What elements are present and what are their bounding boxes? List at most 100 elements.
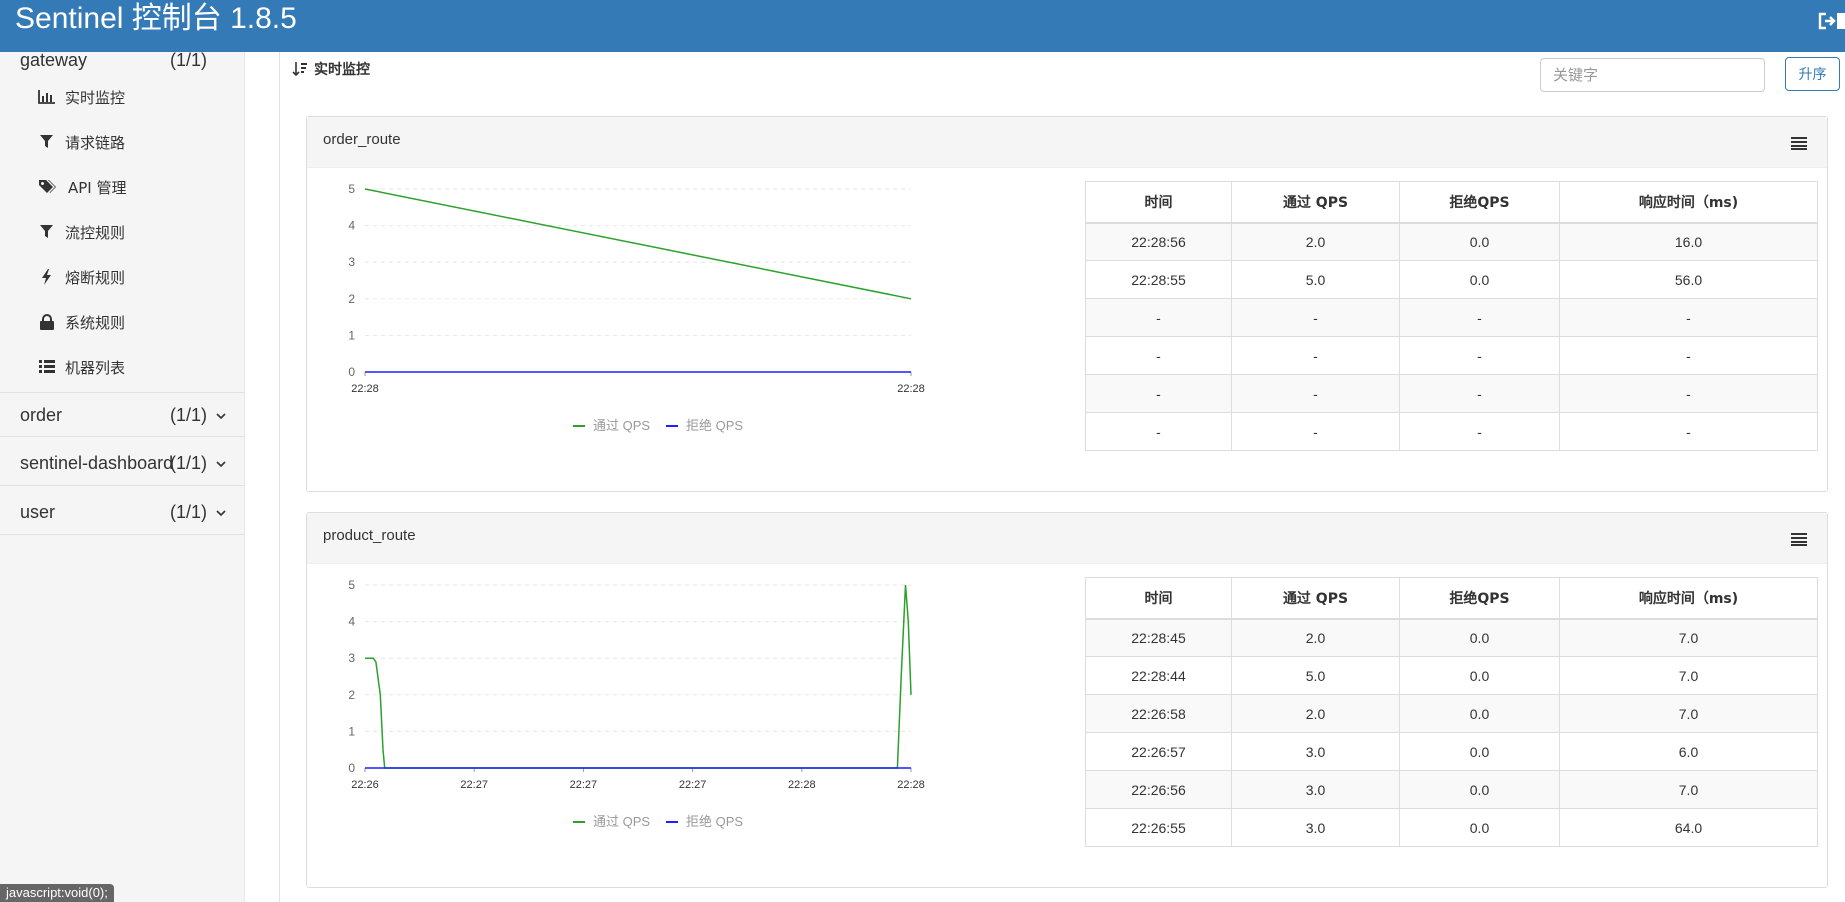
y-tick-label: 4	[348, 615, 355, 629]
app-name: user	[20, 502, 56, 522]
cell: -	[1559, 374, 1818, 413]
y-tick-label: 2	[348, 688, 355, 702]
cell: 64.0	[1559, 808, 1818, 847]
sort-amount-icon	[292, 62, 307, 77]
browser-status-bar: javascript:void(0);	[0, 884, 114, 902]
cell: -	[1231, 374, 1400, 413]
cell: 0.0	[1399, 694, 1560, 733]
table-row: 22:28:56 2.0 0.0 16.0	[1085, 222, 1818, 261]
sort-ascending-button[interactable]: 升序	[1785, 57, 1840, 91]
cell: 2.0	[1231, 222, 1400, 261]
sidebar-app-order[interactable]: order (1/1)	[0, 392, 245, 437]
table-row: 22:26:58 2.0 0.0 7.0	[1085, 694, 1818, 733]
cell: 5.0	[1231, 260, 1400, 299]
sidebar-item-system-rules[interactable]: 系统规则	[0, 300, 245, 345]
page-title: 实时监控	[314, 62, 370, 78]
menu-icon[interactable]	[1791, 531, 1807, 546]
sidebar-item-label: 熔断规则	[65, 269, 126, 287]
sidebar-item-request-chain[interactable]: 请求链路	[0, 120, 245, 165]
app-count: (1/1)	[169, 502, 207, 522]
cell: 3.0	[1231, 808, 1400, 847]
column-header-time: 时间	[1085, 181, 1232, 224]
cell: 22:26:55	[1085, 808, 1232, 847]
table-row: ----	[1085, 336, 1818, 375]
cell: -	[1231, 412, 1400, 451]
y-tick-label: 2	[348, 292, 355, 306]
x-tick-label: 22:28	[351, 383, 379, 395]
sidebar-item-label: 实时监控	[65, 89, 126, 107]
cell: 3.0	[1231, 770, 1400, 809]
x-tick-label: 22:28	[897, 779, 925, 791]
legend-label-block[interactable]: 拒绝 QPS	[686, 814, 743, 829]
sidebar-item-label: 流控规则	[65, 224, 126, 242]
cell: -	[1085, 298, 1232, 337]
column-header-block-qps: 拒绝QPS	[1399, 181, 1560, 224]
cell: 0.0	[1399, 732, 1560, 771]
resource-card-order-route: order_route 0 1 2 3 4 5 22:28 22:28 通过 QPS 拒绝 QPS…	[306, 116, 1828, 492]
cell: 2.0	[1231, 618, 1400, 657]
sidebar-item-degrade-rules[interactable]: 熔断规则	[0, 255, 245, 300]
cell: 3.0	[1231, 732, 1400, 771]
sidebar-app-sentinel-dashboard[interactable]: sentinel-dashboard (1/1)	[0, 441, 245, 486]
cell: 22:28:45	[1085, 618, 1232, 657]
cell: 56.0	[1559, 260, 1818, 299]
cell: 7.0	[1559, 770, 1818, 809]
main-content: 实时监控 升序 order_route 0 1 2 3 4 5 22:28 22:28 通过 Q…	[279, 52, 1845, 902]
cell: 22:26:58	[1085, 694, 1232, 733]
sidebar-item-api-management[interactable]: API 管理	[0, 165, 245, 210]
cell: -	[1231, 336, 1400, 375]
sidebar: gateway (1/1) 实时监控 请求链路 API 管理 流控规则 熔断规则…	[0, 50, 245, 902]
cell: -	[1559, 298, 1818, 337]
table-row: 22:28:44 5.0 0.0 7.0	[1085, 656, 1818, 695]
chevron-down-icon	[215, 455, 227, 468]
y-tick-label: 0	[348, 761, 355, 775]
app-name: sentinel-dashboard	[20, 453, 174, 473]
sidebar-item-machine-list[interactable]: 机器列表	[0, 345, 245, 390]
y-tick-label: 4	[348, 219, 355, 233]
cell: 0.0	[1399, 808, 1560, 847]
legend-label-pass[interactable]: 通过 QPS	[593, 418, 650, 433]
cell: 7.0	[1559, 656, 1818, 695]
app-title[interactable]: Sentinel 控制台 1.8.5	[15, 1, 297, 37]
filter-icon	[38, 224, 58, 240]
legend-label-pass[interactable]: 通过 QPS	[593, 814, 650, 829]
sidebar-item-flow-rules[interactable]: 流控规则	[0, 210, 245, 255]
column-header-rt: 响应时间（ms)	[1559, 577, 1818, 620]
column-header-rt: 响应时间（ms)	[1559, 181, 1818, 224]
resource-name: product_route	[323, 527, 416, 544]
metrics-table: 时间 通过 QPS 拒绝QPS 响应时间（ms) 22:28:45 2.0 0.0 7…	[1085, 577, 1818, 847]
cell: 2.0	[1231, 694, 1400, 733]
cell: 7.0	[1559, 618, 1818, 657]
app-count: (1/1)	[169, 453, 207, 473]
cell: -	[1399, 298, 1560, 337]
column-header-pass-qps: 通过 QPS	[1231, 181, 1400, 224]
chevron-down-icon	[215, 407, 227, 420]
legend-label-block[interactable]: 拒绝 QPS	[686, 418, 743, 433]
y-tick-label: 0	[348, 365, 355, 379]
y-tick-label: 1	[348, 724, 355, 738]
search-input[interactable]	[1540, 58, 1765, 92]
qps-chart: 0 1 2 3 4 5 22:26 22:27 22:27 22:27 22:28 22:28 通过 Q…	[348, 578, 925, 829]
column-header-block-qps: 拒绝QPS	[1399, 577, 1560, 620]
table-row: 22:26:56 3.0 0.0 7.0	[1085, 770, 1818, 809]
cell: -	[1559, 336, 1818, 375]
metrics-table: 时间 通过 QPS 拒绝QPS 响应时间（ms) 22:28:56 2.0 0.0 1…	[1085, 181, 1818, 451]
x-tick-label: 22:26	[351, 779, 379, 791]
app-count: (1/1)	[169, 50, 207, 70]
table-row: 22:26:55 3.0 0.0 64.0	[1085, 808, 1818, 847]
logout-icon[interactable]	[1817, 10, 1845, 32]
x-tick-label: 22:27	[679, 779, 707, 791]
cell: 0.0	[1399, 260, 1560, 299]
cell: -	[1085, 336, 1232, 375]
cell: 0.0	[1399, 618, 1560, 657]
x-tick-label: 22:28	[897, 383, 925, 395]
card-header: product_route	[307, 513, 1827, 564]
sidebar-app-gateway[interactable]: gateway (1/1)	[0, 38, 245, 70]
top-navbar: Sentinel 控制台 1.8.5	[0, 0, 1845, 52]
sidebar-item-realtime-monitor[interactable]: 实时监控	[0, 75, 245, 120]
sidebar-app-user[interactable]: user (1/1)	[0, 490, 245, 535]
menu-icon[interactable]	[1791, 135, 1807, 150]
column-header-time: 时间	[1085, 577, 1232, 620]
list-icon	[38, 359, 58, 375]
cell: -	[1231, 298, 1400, 337]
